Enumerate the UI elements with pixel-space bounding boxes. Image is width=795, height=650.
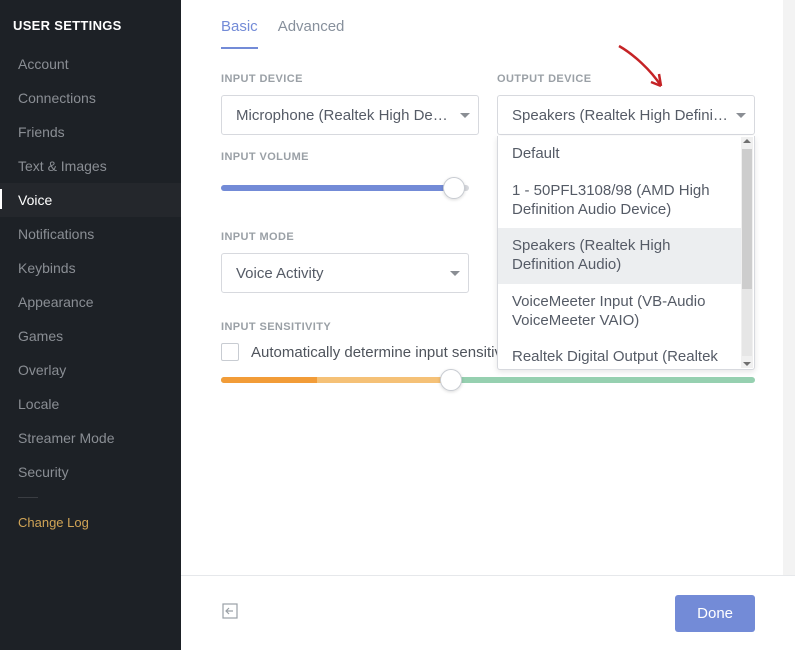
dropdown-scrollbar[interactable] — [741, 137, 753, 368]
sidebar-changelog[interactable]: Change Log — [0, 506, 181, 539]
scroll-up-icon[interactable] — [743, 139, 751, 143]
input-volume-label: INPUT VOLUME — [221, 151, 469, 163]
sidebar-item-locale[interactable]: Locale — [0, 387, 181, 421]
sensitivity-thumb[interactable] — [440, 369, 462, 391]
input-device-select[interactable]: Microphone (Realtek High De… — [221, 95, 479, 135]
input-device-value: Microphone (Realtek High De… — [236, 107, 448, 124]
slider-thumb[interactable] — [443, 177, 465, 199]
chevron-down-icon — [450, 271, 460, 276]
chevron-down-icon — [460, 113, 470, 118]
done-button[interactable]: Done — [675, 595, 755, 632]
chevron-down-icon — [736, 113, 746, 118]
settings-sidebar: USER SETTINGS Account Connections Friend… — [0, 0, 181, 650]
sidebar-item-voice[interactable]: Voice — [0, 183, 181, 217]
scrollbar-thumb[interactable] — [742, 149, 752, 289]
input-mode-label: INPUT MODE — [221, 231, 469, 243]
sidebar-item-notifications[interactable]: Notifications — [0, 217, 181, 251]
sidebar-item-text-images[interactable]: Text & Images — [0, 149, 181, 183]
output-device-label: OUTPUT DEVICE — [497, 73, 755, 85]
back-icon[interactable] — [221, 602, 239, 625]
slider-fill — [221, 185, 454, 191]
tab-advanced[interactable]: Advanced — [278, 18, 345, 49]
output-option-voicemeeter[interactable]: VoiceMeeter Input (VB-Audio VoiceMeeter … — [498, 284, 742, 340]
output-device-value: Speakers (Realtek High Defini… — [512, 107, 728, 124]
input-mode-value: Voice Activity — [236, 265, 324, 282]
sidebar-item-connections[interactable]: Connections — [0, 81, 181, 115]
output-device-select[interactable]: Speakers (Realtek High Defini… — [497, 95, 755, 135]
sidebar-item-keybinds[interactable]: Keybinds — [0, 251, 181, 285]
auto-sensitivity-checkbox[interactable] — [221, 343, 239, 361]
sidebar-separator — [18, 497, 38, 498]
settings-tabs: Basic Advanced — [221, 18, 755, 49]
sidebar-item-games[interactable]: Games — [0, 319, 181, 353]
auto-sensitivity-label: Automatically determine input sensitivit… — [251, 344, 520, 361]
tab-basic[interactable]: Basic — [221, 18, 258, 49]
output-option-default[interactable]: Default — [498, 136, 742, 173]
scroll-down-icon[interactable] — [743, 362, 751, 366]
sidebar-item-streamer-mode[interactable]: Streamer Mode — [0, 421, 181, 455]
footer-bar: Done — [181, 575, 795, 650]
output-option-realtek-digital[interactable]: Realtek Digital Output (Realtek — [498, 339, 742, 369]
sidebar-title: USER SETTINGS — [0, 18, 181, 47]
input-volume-slider[interactable] — [221, 185, 469, 191]
sidebar-item-overlay[interactable]: Overlay — [0, 353, 181, 387]
output-option-amd[interactable]: 1 - 50PFL3108/98 (AMD High Definition Au… — [498, 173, 742, 229]
sidebar-item-account[interactable]: Account — [0, 47, 181, 81]
sidebar-item-security[interactable]: Security — [0, 455, 181, 489]
sensitivity-segment-amber — [317, 377, 451, 383]
sidebar-item-appearance[interactable]: Appearance — [0, 285, 181, 319]
sensitivity-segment-orange — [221, 377, 317, 383]
input-mode-select[interactable]: Voice Activity — [221, 253, 469, 293]
sidebar-item-friends[interactable]: Friends — [0, 115, 181, 149]
output-device-dropdown: Default 1 - 50PFL3108/98 (AMD High Defin… — [497, 136, 755, 370]
output-option-speakers[interactable]: Speakers (Realtek High Definition Audio) — [498, 228, 742, 284]
sensitivity-slider[interactable] — [221, 377, 755, 383]
input-device-label: INPUT DEVICE — [221, 73, 479, 85]
